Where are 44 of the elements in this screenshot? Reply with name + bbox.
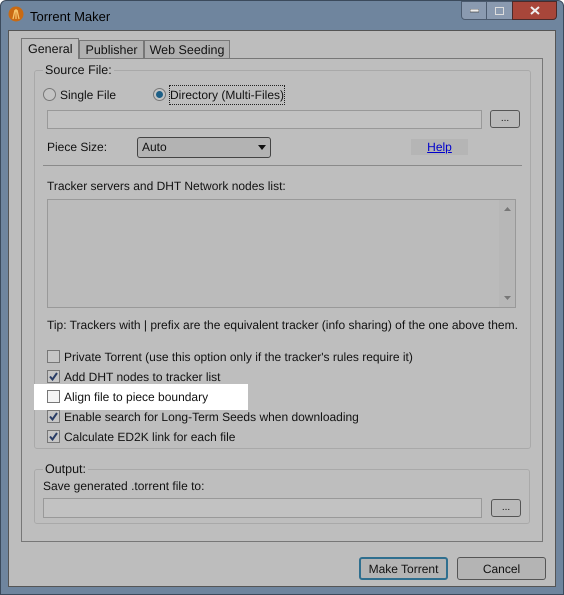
piece-size-dropdown[interactable]: Auto bbox=[137, 136, 271, 158]
browse-button[interactable]: ... bbox=[490, 110, 520, 128]
app-logo-icon bbox=[8, 6, 24, 22]
checkbox-label[interactable]: Calculate ED2K link for each file bbox=[64, 428, 236, 446]
group-label: Source File: bbox=[44, 62, 113, 79]
checkbox-label[interactable]: Enable search for Long-Term Seeds when downloading bbox=[64, 408, 359, 426]
minimize-icon bbox=[470, 8, 478, 12]
output-path-field[interactable] bbox=[43, 498, 482, 518]
maximize-icon bbox=[495, 6, 504, 14]
radio-label[interactable]: Single File bbox=[60, 86, 116, 104]
checkbox[interactable] bbox=[47, 350, 60, 364]
browse-button[interactable]: ... bbox=[491, 498, 521, 517]
window-title: Torrent Maker bbox=[30, 8, 110, 26]
tracker-list-box[interactable] bbox=[47, 198, 516, 308]
minimize-button[interactable] bbox=[461, 1, 487, 20]
checkbox-label[interactable]: Private Torrent (use this option only if the tracker's rules require it) bbox=[64, 348, 413, 366]
piece-size-label: Piece Size: bbox=[47, 139, 108, 156]
tab[interactable]: Publisher bbox=[79, 40, 144, 58]
checkbox[interactable] bbox=[47, 430, 60, 444]
close-icon bbox=[530, 6, 540, 15]
radio-label[interactable]: Directory (Multi-Files) bbox=[170, 86, 284, 104]
checkbox-label[interactable]: Add DHT nodes to tracker list bbox=[64, 368, 221, 386]
tab[interactable]: General bbox=[21, 38, 80, 59]
scrollbar[interactable] bbox=[499, 200, 515, 307]
radio-button[interactable] bbox=[153, 88, 166, 102]
group-label: Output: bbox=[44, 461, 87, 478]
scroll-down-icon bbox=[504, 296, 510, 300]
help-link[interactable]: Help bbox=[411, 139, 468, 156]
tab[interactable]: Web Seeding bbox=[144, 40, 230, 58]
save-location-label: Save generated .torrent file to: bbox=[43, 478, 206, 495]
checkbox[interactable] bbox=[47, 410, 60, 424]
tip-text: Tip: Trackers with | prefix are the equivalent tracker (info sharing) of the one above them. bbox=[47, 316, 519, 334]
source-path-field[interactable] bbox=[47, 110, 482, 129]
dialog-button[interactable]: Make Torrent bbox=[359, 557, 448, 580]
checkbox[interactable] bbox=[47, 370, 60, 384]
tracker-list-label: Tracker servers and DHT Network nodes list: bbox=[47, 178, 287, 195]
scroll-up-icon bbox=[504, 206, 510, 211]
close-button[interactable] bbox=[512, 1, 557, 20]
checkbox-label[interactable]: Align file to piece boundary bbox=[64, 388, 208, 406]
dialog-button[interactable]: Cancel bbox=[457, 557, 546, 580]
radio-button[interactable] bbox=[43, 88, 56, 102]
checkbox[interactable] bbox=[47, 390, 60, 404]
maximize-button[interactable] bbox=[487, 1, 512, 20]
dropdown-arrow-icon bbox=[258, 144, 266, 150]
